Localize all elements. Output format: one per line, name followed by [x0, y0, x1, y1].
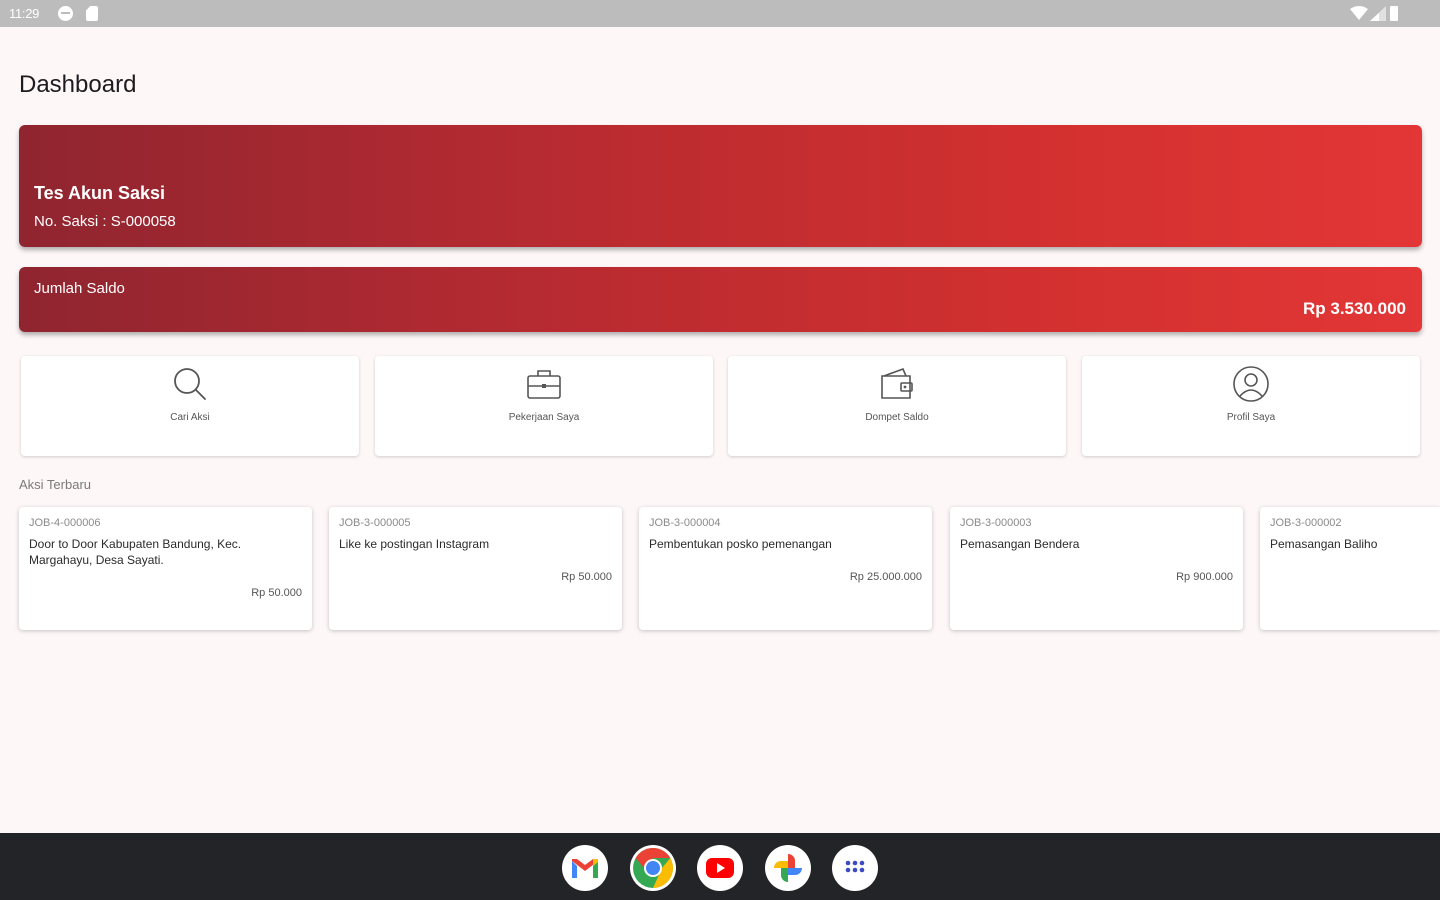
menu-label: Profil Saya [1226, 412, 1276, 423]
dock-app-photos[interactable] [765, 845, 811, 891]
profile-number: No. Saksi : S-000058 [34, 213, 176, 230]
job-title: Door to Door Kabupaten Bandung, Kec. Mar… [29, 537, 242, 567]
menu-dompet-saldo[interactable]: Dompet Saldo [728, 356, 1066, 456]
menu-label: Dompet Saldo [865, 412, 929, 423]
job-price: Rp 25.000.000 [849, 571, 922, 583]
section-title-aksi-terbaru: Aksi Terbaru [19, 477, 92, 492]
search-icon [174, 368, 206, 400]
job-code: JOB-3-000004 [649, 517, 721, 529]
balance-value: Rp 3.530.000 [1302, 299, 1406, 318]
balance-card[interactable]: Jumlah Saldo Rp 3.530.000 [19, 267, 1422, 332]
dock-app-youtube[interactable] [697, 845, 743, 891]
job-title: Pembentukan posko pemenangan [649, 537, 832, 551]
job-code: JOB-3-000003 [960, 517, 1032, 529]
status-indicators [1350, 6, 1410, 22]
profile-card: Tes Akun Saksi No. Saksi : S-000058 [19, 125, 1422, 247]
menu-label: Cari Aksi [170, 412, 210, 423]
job-card[interactable]: JOB-3-000003 Pemasangan Bendera Rp 900.0… [950, 507, 1243, 630]
job-price: Rp 50.000 [251, 587, 302, 599]
signal-icon [1370, 6, 1386, 21]
page-title: Dashboard [19, 71, 137, 98]
job-code: JOB-3-000002 [1270, 517, 1342, 529]
job-code: JOB-4-000006 [29, 517, 101, 529]
photos-icon [774, 854, 802, 882]
balance-label: Jumlah Saldo [34, 280, 125, 297]
app-drawer-icon [845, 860, 865, 873]
status-bar: 11:29 [0, 0, 1440, 27]
menu-pekerjaan-saya[interactable]: Pekerjaan Saya [375, 356, 713, 456]
job-price: Rp 50.000 [561, 571, 612, 583]
menu-cari-aksi[interactable]: Cari Aksi [21, 356, 359, 456]
gmail-icon [572, 859, 598, 878]
battery-icon [1390, 6, 1398, 21]
dock-app-gmail[interactable] [562, 845, 608, 891]
job-title: Pemasangan Baliho [1270, 537, 1378, 551]
dock-app-drawer[interactable] [832, 845, 878, 891]
sd-card-icon [86, 6, 98, 21]
chrome-icon [633, 848, 673, 888]
profile-name: Tes Akun Saksi [34, 183, 166, 203]
menu-profil-saya[interactable]: Profil Saya [1082, 356, 1420, 456]
job-price: Rp 900.000 [1176, 571, 1233, 583]
briefcase-icon [527, 370, 561, 399]
profile-icon [1233, 366, 1269, 402]
job-card[interactable]: JOB-3-000002 Pemasangan Baliho [1260, 507, 1440, 630]
status-time: 11:29 [9, 6, 40, 21]
notification-icon [58, 6, 73, 21]
job-card[interactable]: JOB-3-000004 Pembentukan posko pemenanga… [639, 507, 932, 630]
job-title: Like ke postingan Instagram [339, 537, 490, 551]
dock-app-chrome[interactable] [630, 845, 676, 891]
menu-label: Pekerjaan Saya [508, 412, 580, 423]
youtube-icon [706, 858, 734, 878]
job-card[interactable]: JOB-3-000005 Like ke postingan Instagram… [329, 507, 622, 630]
job-title: Pemasangan Bendera [960, 537, 1080, 551]
job-code: JOB-3-000005 [339, 517, 411, 529]
wifi-icon [1350, 6, 1368, 20]
job-card[interactable]: JOB-4-000006 Door to Door Kabupaten Band… [19, 507, 312, 630]
wallet-icon [881, 367, 913, 399]
